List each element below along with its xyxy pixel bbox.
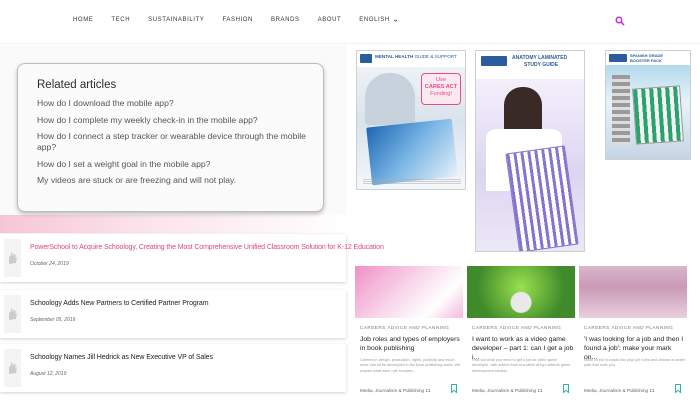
news-item: Schoology Names Jill Hedrick as New Exec… xyxy=(0,344,346,392)
news-title[interactable]: Schoology Names Jill Hedrick as New Exec… xyxy=(30,354,213,361)
article-image xyxy=(467,266,575,318)
nav-item-fashion[interactable]: FASHION xyxy=(222,17,253,23)
article-category[interactable]: CAREERS ADVICE AND PLANNING xyxy=(584,325,673,330)
cares-act-badge: Use CARES ACT Funding! xyxy=(421,73,461,105)
article-meta: Media, Journalism & Publishing 13 xyxy=(584,388,655,393)
article-excerpt: Find out what you need to get a job as v… xyxy=(472,358,571,373)
language-label: ENGLISH xyxy=(359,17,390,23)
ad-title: SPANISH GRADE BOOSTER PACK xyxy=(630,53,664,63)
ad-image xyxy=(606,65,690,159)
ad-fine-print xyxy=(363,179,461,185)
article-category[interactable]: CAREERS ADVICE AND PLANNING xyxy=(472,325,561,330)
article-card[interactable]: CAREERS ADVICE AND PLANNING I want to wo… xyxy=(467,266,575,400)
news-date: September 05, 2019 xyxy=(30,317,76,323)
article-excerpt: Careers in design, production, rights, p… xyxy=(360,358,461,373)
bookshelf-illustration xyxy=(612,75,630,145)
article-card[interactable]: CAREERS ADVICE AND PLANNING 'I was looki… xyxy=(579,266,687,400)
ad-header: MENTAL HEALTH GUIDE & SUPPORT xyxy=(357,51,465,67)
article-title[interactable]: Job roles and types of employers in book… xyxy=(360,335,462,353)
article-excerpt: Make a real in-roads into your job roles… xyxy=(584,358,686,368)
article-image xyxy=(355,266,463,318)
ad-header: SPANISH GRADE BOOSTER PACK xyxy=(606,51,690,65)
hand-icon xyxy=(9,362,17,374)
nav-item-tech[interactable]: TECH xyxy=(111,17,130,23)
nav-item-brands[interactable]: BRANDS xyxy=(271,17,300,23)
news-date: August 12, 2019 xyxy=(30,371,67,377)
top-navigation: HOME TECH SUSTAINABILITY FASHION BRANDS … xyxy=(0,0,700,44)
article-category[interactable]: CAREERS ADVICE AND PLANNING xyxy=(360,325,449,330)
article-meta: Media, Journalism & Publishing 13 xyxy=(472,388,543,393)
news-item: PowerSchool to Acquire Schoology, Creati… xyxy=(0,234,384,282)
news-title[interactable]: PowerSchool to Acquire Schoology, Creati… xyxy=(30,244,384,251)
language-selector[interactable]: ENGLISH xyxy=(359,17,398,23)
person-illustration xyxy=(504,87,542,135)
nav-item-sustainability[interactable]: SUSTAINABILITY xyxy=(148,17,204,23)
ad-mental-health[interactable]: MENTAL HEALTH GUIDE & SUPPORT Use CARES … xyxy=(356,50,466,190)
person-illustration xyxy=(365,73,415,125)
related-article-link[interactable]: How do I download the mobile app? xyxy=(37,98,317,109)
related-article-link[interactable]: How do I connect a step tracker or weara… xyxy=(37,131,317,153)
related-article-link[interactable]: How do I set a weight goal in the mobile… xyxy=(37,159,317,170)
hand-icon xyxy=(9,308,17,320)
news-thumbnail xyxy=(4,295,21,333)
ad-image xyxy=(476,79,584,251)
ad-spanish-booster[interactable]: SPANISH GRADE BOOSTER PACK xyxy=(605,50,691,160)
brand-logo xyxy=(481,56,507,66)
related-article-link[interactable]: How do I complete my weekly check-in in … xyxy=(37,115,317,126)
news-item: Schoology Adds New Partners to Certified… xyxy=(0,290,346,338)
news-title[interactable]: Schoology Adds New Partners to Certified… xyxy=(30,300,209,307)
anatomy-chart-illustration xyxy=(505,145,579,251)
guide-illustration xyxy=(366,118,458,186)
ad-title: ANATOMY LAMINATED STUDY GUIDE xyxy=(512,55,568,68)
nav-item-home[interactable]: HOME xyxy=(73,17,93,23)
chevron-down-icon xyxy=(393,19,398,22)
ad-image: Use CARES ACT Funding! xyxy=(357,67,465,189)
brand-logo xyxy=(609,54,627,62)
nav-menu: HOME TECH SUSTAINABILITY FASHION BRANDS … xyxy=(73,17,398,23)
article-image xyxy=(579,266,687,318)
booster-pack-illustration xyxy=(632,85,684,145)
nav-item-about[interactable]: ABOUT xyxy=(318,17,342,23)
related-articles-list: How do I download the mobile app? How do… xyxy=(37,98,323,186)
decorative-banner xyxy=(0,215,346,233)
news-thumbnail xyxy=(4,349,21,387)
brand-logo xyxy=(360,54,372,63)
hand-icon xyxy=(9,252,17,264)
bookmark-icon[interactable] xyxy=(563,384,569,393)
related-article-link[interactable]: My videos are stuck or are freezing and … xyxy=(37,175,317,186)
news-date: October 24, 2019 xyxy=(30,261,69,267)
search-icon[interactable] xyxy=(615,16,625,26)
news-thumbnail xyxy=(4,239,21,277)
ad-anatomy-guide[interactable]: ANATOMY LAMINATED STUDY GUIDE xyxy=(475,50,585,252)
ad-header: ANATOMY LAMINATED STUDY GUIDE xyxy=(476,51,584,79)
bookmark-icon[interactable] xyxy=(675,384,681,393)
related-articles-title: Related articles xyxy=(37,79,117,91)
ad-title: MENTAL HEALTH GUIDE & SUPPORT xyxy=(375,54,457,59)
article-meta: Media, Journalism & Publishing 13 xyxy=(360,388,431,393)
related-articles-card: Related articles How do I download the m… xyxy=(17,63,324,212)
bookmark-icon[interactable] xyxy=(451,384,457,393)
article-card[interactable]: CAREERS ADVICE AND PLANNING Job roles an… xyxy=(355,266,463,400)
